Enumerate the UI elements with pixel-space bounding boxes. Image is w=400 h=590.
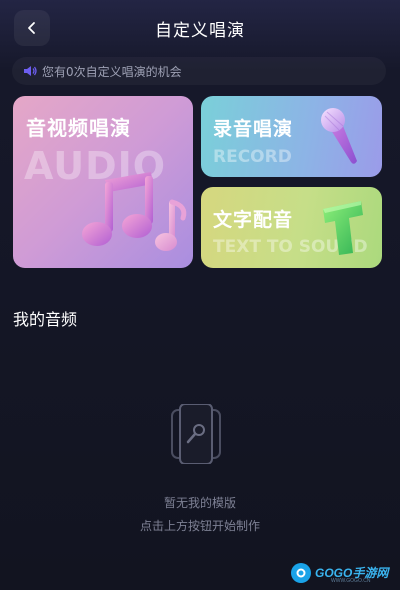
notice-text: 您有0次自定义唱演的机会 xyxy=(42,65,182,79)
page-title: 自定义唱演 xyxy=(155,21,245,41)
empty-state-hint: 点击上方按钮开始制作 xyxy=(139,519,260,533)
card-title: 文字配音 xyxy=(213,209,294,231)
brand-logo-icon xyxy=(291,563,311,583)
audio-video-card[interactable]: 音视频唱演 AUDIO xyxy=(13,96,193,268)
music-note-icon xyxy=(82,172,187,251)
top-bar: 自定义唱演 xyxy=(0,0,400,56)
my-audio-title: 我的音频 xyxy=(13,310,78,329)
speaker-icon xyxy=(24,66,37,76)
notice-bar: 您有0次自定义唱演的机会 xyxy=(12,57,386,85)
empty-template-icon xyxy=(171,404,221,464)
brand-url: WWW.GOGO.CN xyxy=(331,578,371,584)
card-watermark: RECORD xyxy=(213,147,292,167)
brand-watermark: GOGO手游网 WWW.GOGO.CN xyxy=(291,561,397,587)
record-card[interactable]: 录音唱演 RECORD xyxy=(201,96,382,177)
card-title: 录音唱演 xyxy=(213,118,294,140)
microphone-icon xyxy=(321,108,357,164)
empty-state-title: 暂无我的模版 xyxy=(163,496,236,510)
text-to-sound-card[interactable]: 文字配音 TEXT TO SOUND xyxy=(201,187,382,268)
letter-t-icon xyxy=(323,201,363,255)
card-title: 音视频唱演 xyxy=(26,116,131,140)
